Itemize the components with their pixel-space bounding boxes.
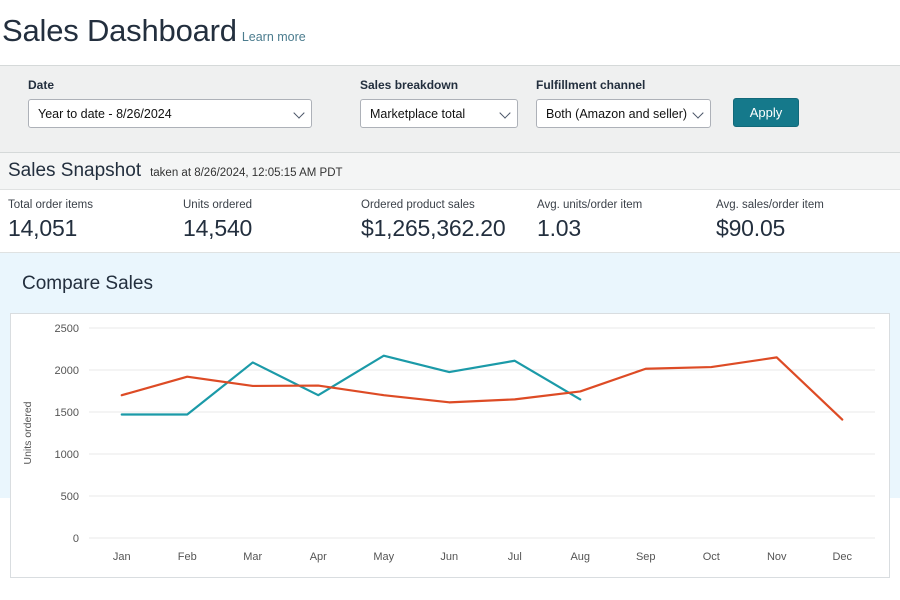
metric-label: Total order items (8, 198, 183, 212)
metric-value: 1.03 (537, 213, 716, 243)
sales-snapshot-header: Sales Snapshot taken at 8/26/2024, 12:05… (0, 153, 900, 190)
y-axis-title: Units ordered (22, 401, 34, 464)
sales-breakdown-value: Marketplace total (361, 107, 487, 121)
page-header: Sales Dashboard Learn more (0, 0, 900, 65)
metric-value: 14,540 (183, 213, 361, 243)
units-ordered-line-chart: 0 500 1000 1500 2000 2500 Units ordered Jan Feb M… (11, 314, 889, 578)
x-axis-tick-label: Aug (570, 551, 590, 563)
chart-series-line (122, 356, 581, 415)
x-axis-tick-label: Dec (832, 551, 852, 563)
date-filter-label: Date (28, 78, 312, 92)
apply-button[interactable]: Apply (733, 98, 799, 127)
x-axis-tick-label: Feb (178, 551, 197, 563)
sales-dashboard-page: Sales Dashboard Learn more Date Year to … (0, 0, 900, 600)
date-select-value: Year to date - 8/26/2024 (29, 107, 194, 121)
sales-breakdown-label: Sales breakdown (360, 78, 518, 92)
metric-ordered-product-sales: Ordered product sales $1,265,362.20 (361, 198, 537, 252)
x-axis-tick-label: Jan (113, 551, 131, 563)
x-axis-tick-label: Mar (243, 551, 262, 563)
learn-more-link[interactable]: Learn more (242, 30, 306, 44)
x-axis-tick-label: Apr (310, 551, 327, 563)
y-axis-tick-label: 2500 (55, 323, 79, 335)
x-axis-tick-label: Nov (767, 551, 787, 563)
y-axis-tick-label: 500 (61, 491, 79, 503)
filter-bar: Date Year to date - 8/26/2024 Sales brea… (0, 65, 900, 153)
metrics-row: Total order items 14,051 Units ordered 1… (0, 190, 900, 253)
page-title: Sales Dashboard (2, 14, 237, 48)
y-axis-tick-label: 1500 (55, 407, 79, 419)
x-axis-tick-label: May (373, 551, 394, 563)
chevron-down-icon (293, 107, 304, 118)
fulfillment-channel-select[interactable]: Both (Amazon and seller) (536, 99, 711, 128)
metric-total-order-items: Total order items 14,051 (8, 198, 183, 252)
metric-value: 14,051 (8, 213, 183, 243)
metric-avg-sales-per-order-item: Avg. sales/order item $90.05 (716, 198, 896, 252)
sales-breakdown-filter: Sales breakdown Marketplace total (360, 78, 518, 128)
sales-snapshot-timestamp: taken at 8/26/2024, 12:05:15 AM PDT (150, 167, 342, 179)
metric-value: $90.05 (716, 213, 896, 243)
fulfillment-channel-label: Fulfillment channel (536, 78, 711, 92)
sales-breakdown-select[interactable]: Marketplace total (360, 99, 518, 128)
date-filter: Date Year to date - 8/26/2024 (28, 78, 312, 128)
chevron-down-icon (499, 107, 510, 118)
compare-sales-chart-card: 0 500 1000 1500 2000 2500 Units ordered Jan Feb M… (10, 313, 890, 578)
x-axis-tick-label: Jul (508, 551, 522, 563)
metric-label: Ordered product sales (361, 198, 537, 212)
date-select[interactable]: Year to date - 8/26/2024 (28, 99, 312, 128)
metric-label: Avg. sales/order item (716, 198, 896, 212)
metric-label: Avg. units/order item (537, 198, 716, 212)
x-axis-tick-label: Sep (636, 551, 656, 563)
y-axis-tick-label: 2000 (55, 365, 79, 377)
y-axis-tick-label: 0 (73, 533, 79, 545)
y-axis-tick-label: 1000 (55, 449, 79, 461)
metric-avg-units-per-order-item: Avg. units/order item 1.03 (537, 198, 716, 252)
metric-units-ordered: Units ordered 14,540 (183, 198, 361, 252)
compare-sales-title: Compare Sales (10, 269, 890, 295)
metric-label: Units ordered (183, 198, 361, 212)
compare-sales-panel: Compare Sales 05001000150020002500Units … (0, 253, 900, 498)
metric-value: $1,265,362.20 (361, 213, 537, 243)
x-axis-tick-label: Oct (703, 551, 720, 563)
sales-snapshot-title: Sales Snapshot (8, 160, 141, 182)
x-axis-tick-label: Jun (440, 551, 458, 563)
fulfillment-channel-value: Both (Amazon and seller) (537, 107, 709, 121)
fulfillment-channel-filter: Fulfillment channel Both (Amazon and sel… (536, 78, 711, 128)
